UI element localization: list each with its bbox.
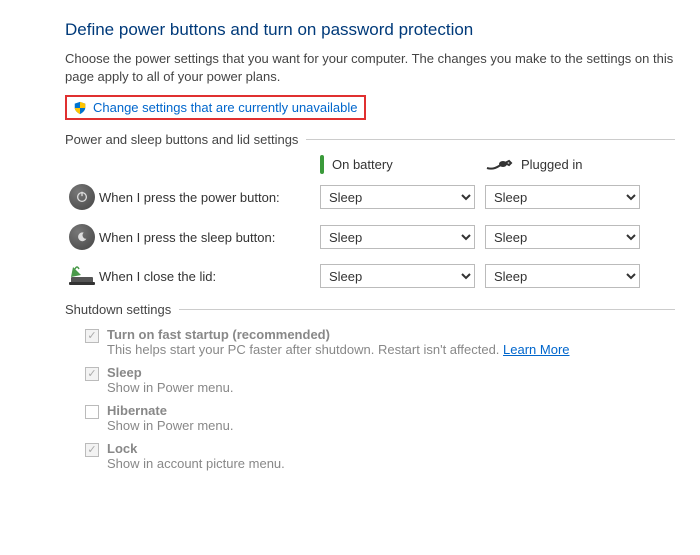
row-sleep-button: When I press the sleep button: Sleep Sle… bbox=[65, 224, 675, 250]
checkbox-fast-startup bbox=[85, 329, 99, 343]
sd-item-sleep: Sleep Show in Power menu. bbox=[85, 365, 675, 395]
power-button-icon bbox=[69, 184, 95, 210]
sd-item-hibernate: Hibernate Show in Power menu. bbox=[85, 403, 675, 433]
page-title: Define power buttons and turn on passwor… bbox=[65, 20, 675, 40]
battery-icon bbox=[320, 157, 324, 172]
power-sleep-section: Power and sleep buttons and lid settings… bbox=[65, 132, 675, 288]
column-headers: On battery Plugged in bbox=[65, 157, 675, 172]
change-settings-link[interactable]: Change settings that are currently unava… bbox=[93, 100, 358, 115]
col-battery-label: On battery bbox=[332, 157, 393, 172]
lid-icon bbox=[67, 265, 97, 287]
shutdown-section: Shutdown settings Turn on fast startup (… bbox=[65, 302, 675, 471]
col-plugged-label: Plugged in bbox=[521, 157, 582, 172]
section-header-shutdown: Shutdown settings bbox=[65, 302, 179, 317]
close-lid-battery-select[interactable]: Sleep bbox=[320, 264, 475, 288]
sd-sub-fast-startup: This helps start your PC faster after sh… bbox=[107, 342, 570, 357]
sleep-button-plugged-select[interactable]: Sleep bbox=[485, 225, 640, 249]
sd-title-hibernate: Hibernate bbox=[107, 403, 233, 418]
divider bbox=[179, 309, 675, 310]
checkbox-lock bbox=[85, 443, 99, 457]
change-settings-highlight: Change settings that are currently unava… bbox=[65, 95, 366, 120]
shield-icon bbox=[73, 101, 87, 115]
sleep-button-icon bbox=[69, 224, 95, 250]
row-power-button-label: When I press the power button: bbox=[99, 190, 320, 205]
page-description: Choose the power settings that you want … bbox=[65, 50, 675, 85]
checkbox-sleep bbox=[85, 367, 99, 381]
sd-item-lock: Lock Show in account picture menu. bbox=[85, 441, 675, 471]
sd-sub-lock: Show in account picture menu. bbox=[107, 456, 285, 471]
sd-title-sleep: Sleep bbox=[107, 365, 233, 380]
power-button-plugged-select[interactable]: Sleep bbox=[485, 185, 640, 209]
sleep-button-battery-select[interactable]: Sleep bbox=[320, 225, 475, 249]
checkbox-hibernate bbox=[85, 405, 99, 419]
divider bbox=[306, 139, 675, 140]
sd-sub-sleep: Show in Power menu. bbox=[107, 380, 233, 395]
section-header-power: Power and sleep buttons and lid settings bbox=[65, 132, 306, 147]
learn-more-link[interactable]: Learn More bbox=[503, 342, 569, 357]
row-close-lid-label: When I close the lid: bbox=[99, 269, 320, 284]
sd-title-lock: Lock bbox=[107, 441, 285, 456]
sd-sub-hibernate: Show in Power menu. bbox=[107, 418, 233, 433]
sd-title-fast-startup: Turn on fast startup (recommended) bbox=[107, 327, 570, 342]
plug-icon bbox=[485, 158, 513, 172]
close-lid-plugged-select[interactable]: Sleep bbox=[485, 264, 640, 288]
row-power-button: When I press the power button: Sleep Sle… bbox=[65, 184, 675, 210]
sd-item-fast-startup: Turn on fast startup (recommended) This … bbox=[85, 327, 675, 357]
row-close-lid: When I close the lid: Sleep Sleep bbox=[65, 264, 675, 288]
power-button-battery-select[interactable]: Sleep bbox=[320, 185, 475, 209]
row-sleep-button-label: When I press the sleep button: bbox=[99, 230, 320, 245]
